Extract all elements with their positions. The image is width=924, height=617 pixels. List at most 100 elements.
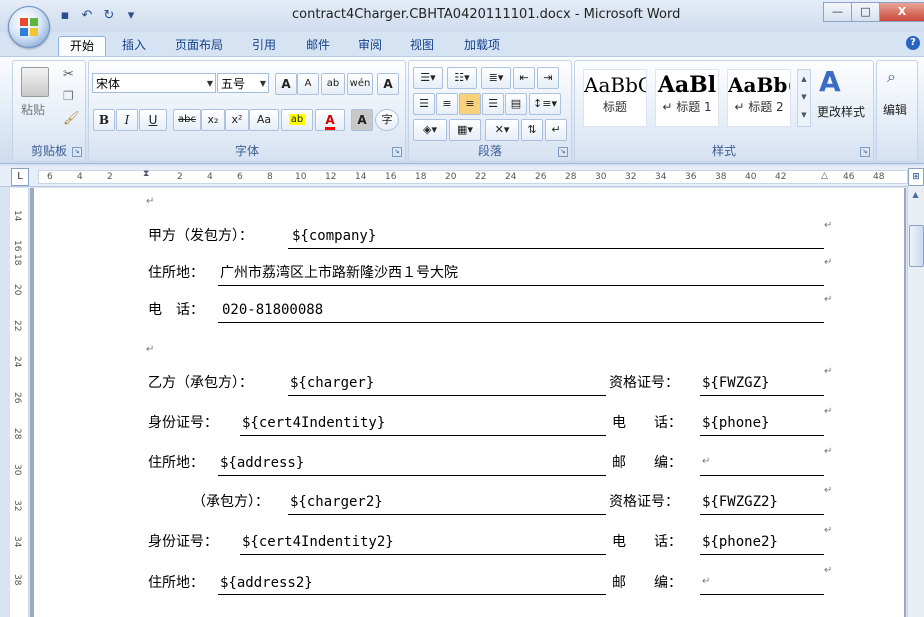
id2-label: 身份证号： [148, 534, 218, 550]
ruler-mark: 22 [475, 172, 487, 182]
tab-addins[interactable]: 加载项 [456, 36, 508, 56]
borders-icon[interactable]: ▦▾ [449, 119, 481, 141]
first-line-indent-icon[interactable]: ⧗ [143, 169, 149, 179]
phone-value[interactable]: 020-81800088 [222, 301, 323, 319]
help-icon[interactable]: ? [906, 36, 920, 50]
minimize-button[interactable]: — [823, 2, 852, 22]
styles-scroll-icon[interactable]: ▲ ▼ ▼ [797, 69, 811, 127]
cert2-value[interactable]: ${FWZGZ2} [702, 493, 778, 511]
font-color-button[interactable]: A [315, 109, 345, 131]
underline-button[interactable]: U [139, 109, 167, 131]
change-styles-icon[interactable]: A [819, 65, 841, 98]
style-heading-1[interactable]: AaBl ↵ 标题 1 [655, 69, 719, 127]
tab-selector-icon[interactable]: L [11, 168, 29, 186]
id2-value[interactable]: ${cert4Indentity2} [242, 533, 394, 551]
multilevel-list-icon[interactable]: ≣▾ [481, 67, 511, 89]
char-border-button[interactable]: A [377, 73, 399, 95]
right-indent-icon[interactable]: △ [821, 171, 828, 181]
addr1-value[interactable]: ${address} [220, 454, 304, 472]
style-sample: AaBbC [584, 73, 646, 97]
enclose-char-button[interactable]: 字 [375, 109, 399, 131]
shrink-font-button[interactable]: A [297, 73, 319, 95]
cut-icon[interactable]: ✂ [63, 67, 74, 82]
grow-font-button[interactable]: A [275, 73, 297, 95]
tel2-value[interactable]: ${phone2} [702, 533, 778, 551]
char-shading-button[interactable]: A [351, 109, 373, 131]
show-marks-icon[interactable]: ↵ [545, 119, 567, 141]
bold-button[interactable]: B [93, 109, 115, 131]
tab-review[interactable]: 审阅 [350, 36, 390, 56]
tab-view[interactable]: 视图 [402, 36, 442, 56]
redo-icon[interactable]: ↻ [100, 8, 118, 24]
office-button[interactable] [8, 6, 50, 48]
close-button[interactable]: X [879, 2, 924, 22]
id1-value[interactable]: ${cert4Indentity} [242, 414, 385, 432]
sort-icon[interactable]: ⇅ [521, 119, 543, 141]
clipboard-launcher-icon[interactable]: ↘ [72, 147, 82, 157]
copy-icon[interactable]: ❐ [63, 89, 74, 103]
style-name: ↵ 标题 1 [662, 100, 712, 114]
paragraph-group-label: 段落 [477, 144, 502, 158]
decrease-indent-icon[interactable]: ⇤ [513, 67, 535, 89]
increase-indent-icon[interactable]: ⇥ [537, 67, 559, 89]
align-left-icon[interactable]: ☰ [413, 93, 435, 115]
tab-home[interactable]: 开始 [58, 36, 106, 57]
cert1-value[interactable]: ${FWZGZ} [702, 374, 769, 392]
vertical-ruler[interactable]: 14 16 18 20 22 24 26 28 30 32 34 38 [10, 188, 29, 617]
scroll-up-icon[interactable]: ▲ [909, 188, 922, 202]
view-ruler-icon[interactable]: ⊞ [908, 168, 924, 186]
ruler-mark: 36 [685, 172, 697, 182]
ruler-mark: 16 [385, 172, 397, 182]
tab-references[interactable]: 引用 [244, 36, 284, 56]
party-b1-value[interactable]: ${charger} [290, 374, 374, 392]
font-name-combo[interactable]: 宋体 ▼ [92, 73, 216, 93]
tab-page-layout[interactable]: 页面布局 [170, 36, 228, 56]
italic-button[interactable]: I [116, 109, 138, 131]
phonetic-guide-button[interactable]: wén [347, 73, 373, 95]
line-spacing-icon[interactable]: ↕≡▾ [529, 93, 561, 115]
customize-qat-icon[interactable]: ▾ [122, 8, 140, 24]
ruler-track[interactable]: 6 4 2 2 4 6 8 10 12 14 16 18 20 22 24 26… [38, 169, 908, 184]
party-b2-value[interactable]: ${charger2} [290, 493, 383, 511]
style-heading-2[interactable]: AaBb( ↵ 标题 2 [727, 69, 791, 127]
align-center-icon[interactable]: ≡ [436, 93, 458, 115]
subscript-button[interactable]: x₂ [201, 109, 225, 131]
party-a-value[interactable]: ${company} [292, 227, 376, 245]
align-right-icon[interactable]: ≡ [459, 93, 481, 115]
distributed-icon[interactable]: ▤ [505, 93, 527, 115]
paragraph-launcher-icon[interactable]: ↘ [558, 147, 568, 157]
font-launcher-icon[interactable]: ↘ [392, 147, 402, 157]
numbering-icon[interactable]: ☷▾ [447, 67, 477, 89]
tab-mailings[interactable]: 邮件 [298, 36, 338, 56]
superscript-button[interactable]: x² [225, 109, 249, 131]
change-styles-label[interactable]: 更改样式 [817, 103, 865, 120]
address-value[interactable]: 广州市荔湾区上市路新隆沙西１号大院 [220, 264, 458, 282]
highlight-button[interactable]: ab [281, 109, 313, 131]
format-painter-icon[interactable]: 🖌 [63, 111, 80, 126]
clear-format-button[interactable]: ab [321, 73, 345, 95]
paragraph-mark: ↵ [824, 565, 833, 576]
editing-group[interactable]: ⌕ 编辑 [876, 60, 918, 162]
asian-layout-icon[interactable]: ✕▾ [485, 119, 519, 141]
styles-launcher-icon[interactable]: ↘ [860, 147, 870, 157]
scroll-thumb[interactable] [909, 225, 924, 267]
window-controls: — □ X [823, 2, 924, 22]
undo-icon[interactable]: ↶ [78, 8, 96, 24]
shading-icon[interactable]: ◈▾ [413, 119, 447, 141]
style-title[interactable]: AaBbC 标题 [583, 69, 647, 127]
strikethrough-button[interactable]: abc [173, 109, 201, 131]
paste-icon[interactable] [21, 67, 49, 97]
tab-insert[interactable]: 插入 [114, 36, 154, 56]
cert1-label: 资格证号： [609, 375, 679, 391]
change-case-button[interactable]: Aa [249, 109, 279, 131]
save-icon[interactable]: ▪ [56, 8, 74, 24]
addr2-value[interactable]: ${address2} [220, 574, 313, 592]
maximize-button[interactable]: □ [851, 2, 880, 22]
font-size-combo[interactable]: 五号 ▼ [217, 73, 269, 93]
document-page[interactable]: ↵ 甲方（发包方）： ${company} ↵ 住所地： 广州市荔湾区上市路新隆… [34, 188, 904, 617]
tel1-value[interactable]: ${phone} [702, 414, 769, 432]
party-b1-label: 乙方（承包方）： [148, 375, 253, 391]
bullets-icon[interactable]: ☰▾ [413, 67, 443, 89]
justify-icon[interactable]: ☰ [482, 93, 504, 115]
vruler-mark: 32 [12, 500, 22, 512]
